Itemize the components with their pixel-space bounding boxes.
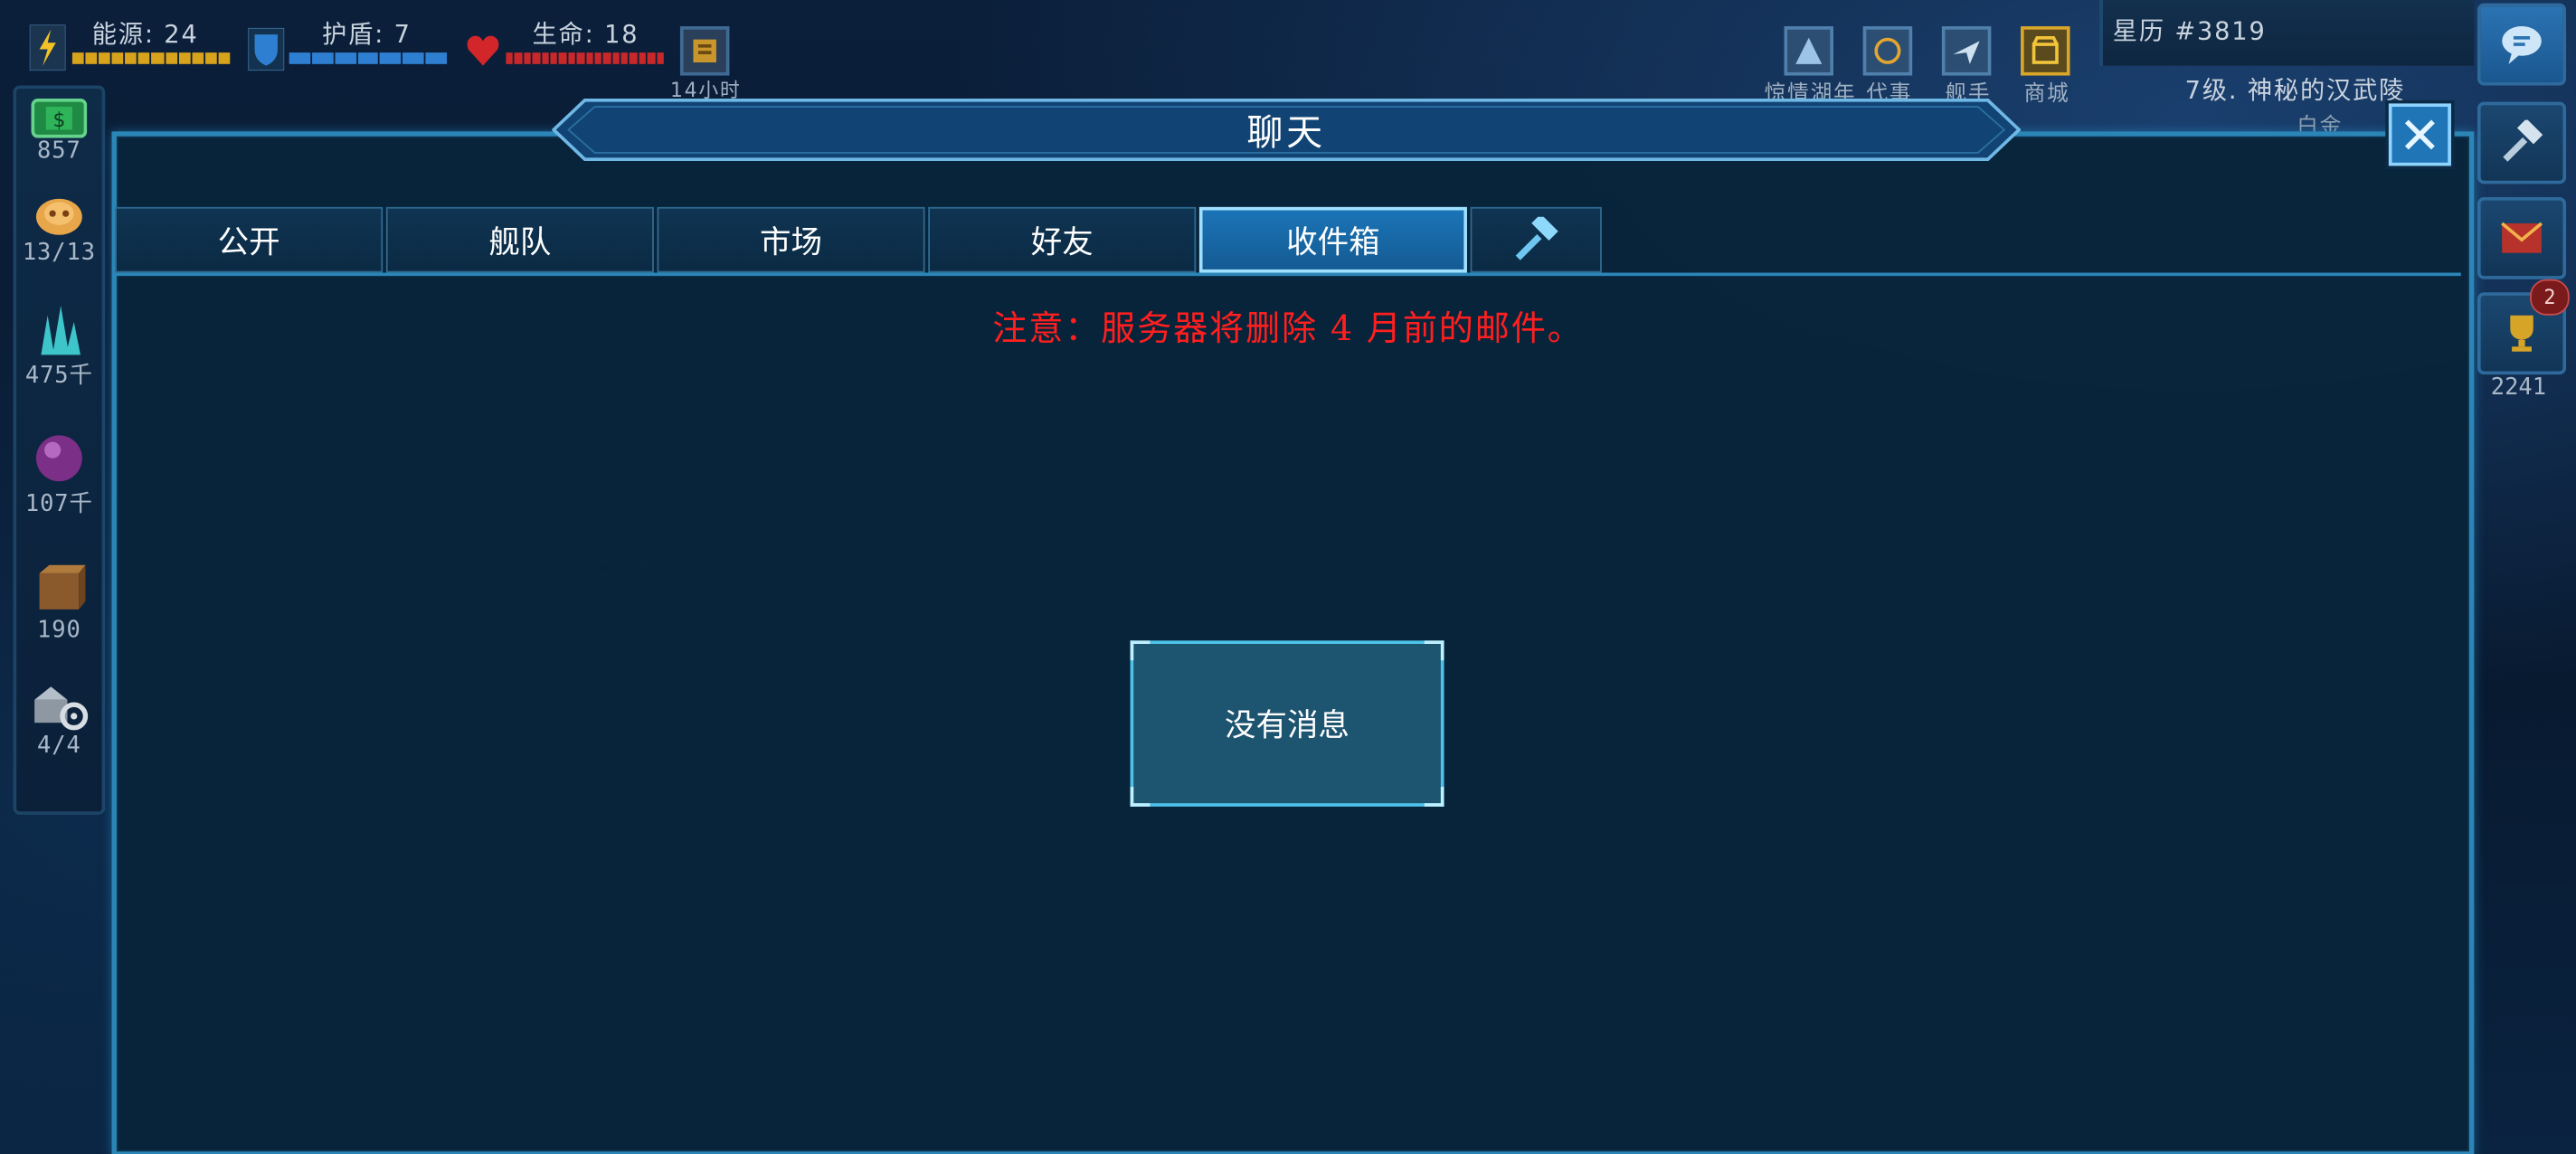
mission-icon[interactable] — [1862, 26, 1913, 76]
shield-bar — [289, 52, 448, 64]
drones-value: 4/4 — [37, 733, 81, 760]
resource-drones[interactable]: 4/4 — [16, 684, 101, 760]
tab-tools[interactable] — [1470, 206, 1602, 273]
resource-crew[interactable]: 13/13 — [16, 191, 101, 267]
boost-scroll-icon[interactable] — [679, 26, 730, 76]
crew-icon — [35, 198, 82, 235]
corner-tr — [1424, 640, 1444, 661]
heart-icon — [463, 30, 503, 72]
panel-title: 聊天 — [1246, 113, 1326, 155]
crystal-value: 475千 — [24, 363, 93, 390]
event-icon[interactable] — [1784, 26, 1833, 76]
hammer-icon — [2503, 119, 2543, 162]
close-icon — [2404, 119, 2435, 150]
resource-panel: $ 857 13/13 475千 107千 190 4/4 — [13, 85, 106, 815]
energy-icon — [26, 23, 69, 71]
deletion-notice: 注意：服务器将删除 4 月前的邮件。 — [992, 308, 1584, 349]
corner-bl — [1130, 787, 1151, 807]
corner-br — [1424, 787, 1444, 807]
tab-fleet[interactable]: 舰队 — [385, 206, 654, 273]
close-button[interactable] — [2388, 103, 2451, 166]
crate-icon — [39, 564, 86, 610]
empty-message-text: 没有消息 — [1225, 707, 1350, 744]
mail-icon — [2501, 222, 2543, 253]
crate-value: 190 — [37, 617, 81, 644]
svg-text:$: $ — [52, 109, 65, 132]
resource-crate[interactable]: 190 — [16, 562, 101, 644]
crew-value: 13/13 — [22, 240, 96, 267]
menu-label-shop: 商城 — [2023, 81, 2070, 108]
fleet-icon[interactable] — [1941, 26, 1992, 76]
chat-bubble-icon — [2502, 26, 2542, 64]
energy-bar — [71, 52, 231, 64]
life-bar — [506, 52, 664, 64]
trophy-value: 2241 — [2490, 374, 2547, 402]
orb-icon — [35, 435, 82, 482]
tab-divider — [115, 272, 2461, 277]
orb-value: 107千 — [24, 491, 93, 518]
shield-icon — [246, 26, 286, 72]
build-button[interactable] — [2477, 101, 2567, 184]
life-label: 生命: 18 — [532, 19, 639, 50]
credits-value: 857 — [37, 137, 81, 165]
shop-icon[interactable] — [2021, 26, 2070, 76]
drone-gear-icon — [34, 686, 89, 731]
game-screen: 5 天 23 小时 剩余 能源: 24 护盾: 7 生命: 18 14小时 惊情… — [0, 0, 2576, 1154]
shield-label: 护盾: 7 — [321, 19, 412, 50]
stardate: 星历 #3819 — [2112, 16, 2267, 46]
tab-public[interactable]: 公开 — [115, 206, 384, 273]
empty-inbox-message: 没有消息 — [1130, 640, 1444, 807]
resource-orb[interactable]: 107千 — [16, 430, 101, 519]
chat-tabs: 公开 舰队 市场 好友 收件箱 — [115, 206, 1605, 273]
corner-tl — [1130, 640, 1151, 661]
resource-credits[interactable]: $ 857 — [16, 98, 101, 165]
tab-market[interactable]: 市场 — [657, 206, 925, 273]
player-rank: 7级. 神秘的汉武陵 — [2184, 75, 2406, 106]
tab-friends[interactable]: 好友 — [928, 206, 1197, 273]
hammer-icon — [1515, 216, 1558, 260]
energy-label: 能源: 24 — [91, 19, 199, 50]
chat-button[interactable] — [2477, 3, 2567, 86]
tab-inbox[interactable]: 收件箱 — [1198, 206, 1467, 273]
mail-button[interactable] — [2477, 196, 2567, 279]
credits-icon: $ — [31, 98, 88, 138]
